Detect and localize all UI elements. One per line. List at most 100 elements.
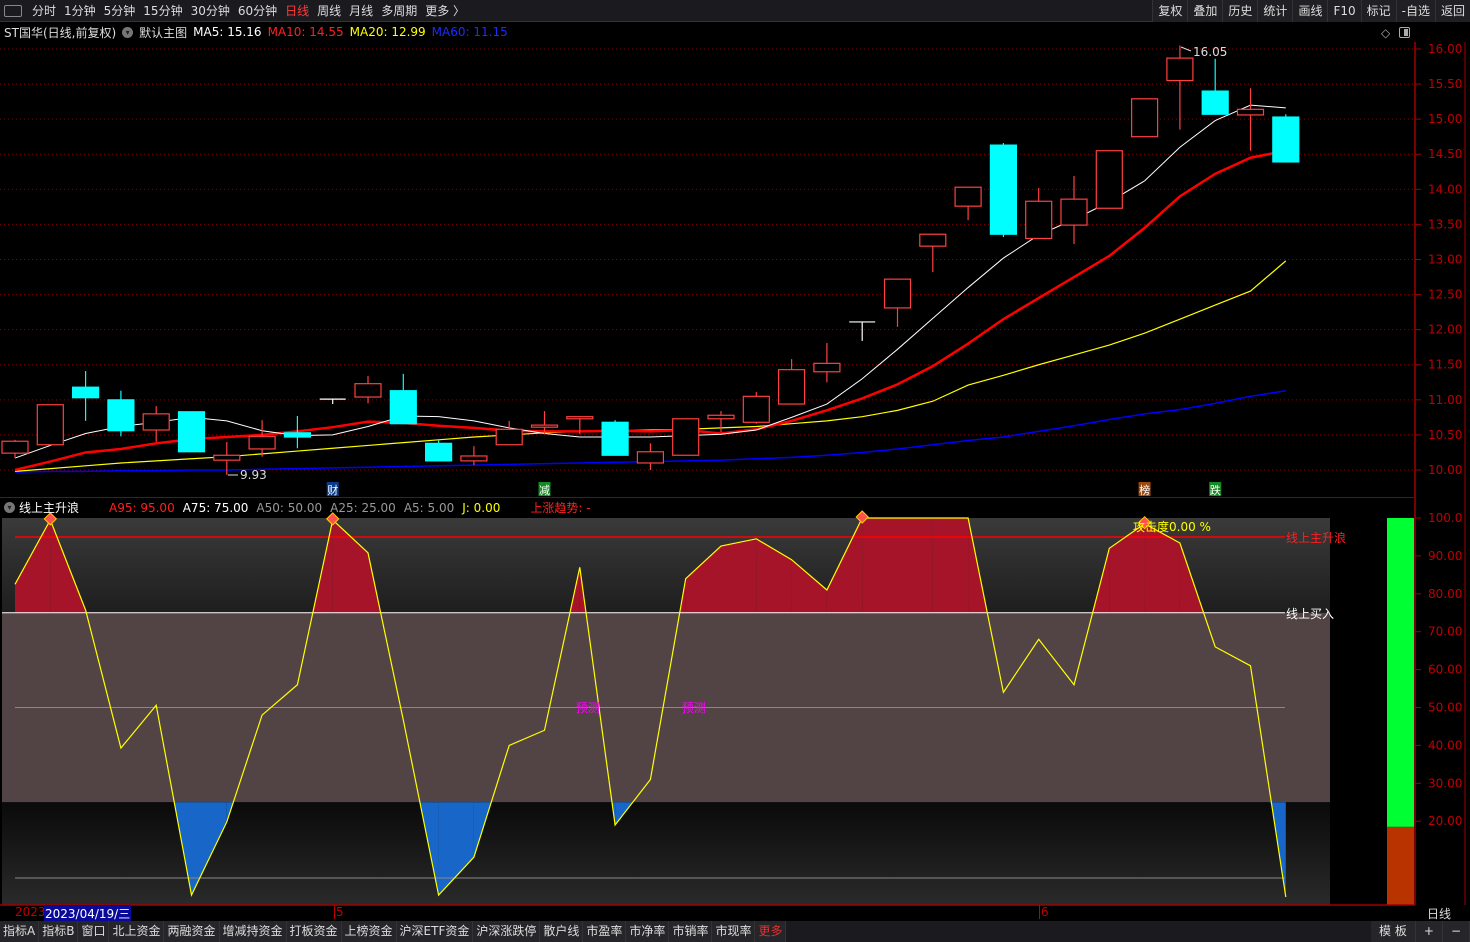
candle-body bbox=[989, 144, 1018, 235]
j-value: J: 0.00 bbox=[462, 500, 501, 515]
candle bbox=[460, 446, 488, 466]
ma20-line bbox=[14, 260, 1287, 473]
candle-body bbox=[919, 233, 947, 247]
candle-body bbox=[460, 455, 488, 462]
event-marker-label: 财 bbox=[327, 483, 338, 497]
price-axis-label: 10.50 bbox=[1428, 428, 1462, 442]
price-axis-label: 12.50 bbox=[1428, 288, 1462, 302]
candle bbox=[71, 371, 100, 421]
attack-label: 攻击度0.00 % bbox=[1133, 519, 1211, 534]
indicator-tab[interactable]: 增减持资金 bbox=[219, 921, 287, 942]
candle-body bbox=[777, 369, 806, 405]
a5-value: A5: 5.00 bbox=[403, 500, 455, 515]
strong-zone-fill bbox=[897, 518, 933, 613]
price-axis-label: 11.50 bbox=[1428, 358, 1462, 372]
candle-body bbox=[177, 411, 206, 453]
candle-body bbox=[1130, 98, 1159, 138]
candle-body bbox=[1166, 57, 1194, 82]
signal-bar-green bbox=[1387, 518, 1414, 827]
indicator-tab[interactable]: 打板资金 bbox=[286, 921, 342, 942]
candle bbox=[36, 404, 64, 446]
candle bbox=[777, 359, 806, 405]
price-axis-label: 15.50 bbox=[1428, 77, 1462, 91]
price-axis-label: 10.00 bbox=[1428, 463, 1462, 477]
candle-body bbox=[36, 404, 64, 446]
candle bbox=[1130, 98, 1159, 138]
indicator-tab[interactable]: 市盈率 bbox=[583, 921, 627, 942]
indicator-tab[interactable]: 上榜资金 bbox=[341, 921, 397, 942]
indicator-tab[interactable]: 窗口 bbox=[78, 921, 110, 942]
indicator-tab[interactable]: 市净率 bbox=[626, 921, 670, 942]
candle bbox=[495, 420, 523, 446]
candle bbox=[1166, 45, 1194, 130]
chevron-down-icon[interactable]: ▾ bbox=[4, 502, 15, 513]
candle bbox=[919, 233, 947, 273]
indicator-header: ▾ 线上主升浪 A95: 95.00 A75: 75.00 A50: 50.00… bbox=[0, 497, 1415, 517]
template-button[interactable]: 模 板 bbox=[1371, 921, 1416, 942]
candle-body bbox=[425, 442, 453, 462]
candle-body bbox=[1060, 198, 1088, 226]
indicator-tab[interactable]: 指标B bbox=[39, 921, 79, 942]
main-wave-label: 线上主升浪 bbox=[1286, 530, 1346, 545]
candle-body bbox=[1025, 200, 1053, 240]
indicator-axis-label: 70.00 bbox=[1428, 625, 1462, 639]
a75-value: A75: 75.00 bbox=[182, 500, 249, 515]
indicator-tab[interactable]: 沪深ETF资金 bbox=[396, 921, 474, 942]
candle-body bbox=[248, 435, 276, 450]
strong-zone-fill bbox=[721, 538, 757, 613]
indicator-tab[interactable]: 北上资金 bbox=[109, 921, 165, 942]
price-axis-label: 15.00 bbox=[1428, 112, 1462, 126]
month-6-label: 6 bbox=[1039, 905, 1049, 919]
indicator-tab[interactable]: 市现率 bbox=[712, 921, 756, 942]
candle bbox=[636, 443, 665, 470]
candle bbox=[707, 411, 735, 433]
candle-body bbox=[142, 413, 170, 431]
candle bbox=[1095, 150, 1123, 209]
zoom-in-button[interactable]: + bbox=[1415, 921, 1443, 942]
price-axis-label: 13.00 bbox=[1428, 252, 1462, 266]
candle bbox=[354, 375, 382, 404]
predict-label: 预测 bbox=[576, 701, 600, 715]
indicator-axis-label: 20.00 bbox=[1428, 814, 1462, 828]
candle bbox=[319, 398, 346, 405]
indicator-tab[interactable]: 指标A bbox=[0, 921, 40, 942]
candle-body bbox=[1236, 108, 1265, 116]
indicator-toolbar: 指标A 指标B 窗口 北上资金 两融资金 增减持资金 打板资金 上榜资金 沪深ETF资金 沪深涨跌… bbox=[0, 921, 1470, 942]
candle bbox=[142, 406, 170, 442]
candle-body bbox=[566, 416, 594, 420]
a25-value: A25: 25.00 bbox=[330, 500, 396, 515]
candle-body bbox=[672, 418, 700, 456]
price-axis-label: 16.00 bbox=[1428, 42, 1462, 56]
kline-chart[interactable]: 16.00 15.50 15.00 14.50 14.00 13.50 13.00 12.50… bbox=[0, 0, 1470, 942]
high-arrow-icon bbox=[1180, 46, 1192, 52]
signal-bar-orange bbox=[1387, 826, 1414, 905]
candle-body bbox=[1272, 116, 1300, 163]
candle bbox=[1272, 114, 1300, 163]
price-axis-label: 13.50 bbox=[1428, 217, 1462, 231]
candle bbox=[177, 411, 206, 453]
candle-body bbox=[354, 383, 382, 398]
candle-body bbox=[530, 424, 559, 428]
date-axis: 2023 2023/04/19/三 5 6 日线 bbox=[0, 905, 1470, 922]
price-axis-label: 12.00 bbox=[1428, 323, 1462, 337]
indicator-axis-label: 50.00 bbox=[1428, 701, 1462, 715]
candle bbox=[389, 373, 417, 425]
indicator-axis-label: 90.00 bbox=[1428, 549, 1462, 563]
indicator-tab[interactable]: 两融资金 bbox=[164, 921, 220, 942]
candle bbox=[989, 143, 1018, 238]
indicator-axis-label: 30.00 bbox=[1428, 776, 1462, 790]
indicator-name[interactable]: 线上主升浪 bbox=[19, 499, 79, 516]
event-marker-label: 榜 bbox=[1139, 483, 1150, 497]
indicator-tab[interactable]: 更多 bbox=[755, 921, 787, 942]
period-label: 日线 bbox=[1427, 907, 1452, 921]
indicator-tab[interactable]: 散户线 bbox=[540, 921, 584, 942]
zoom-out-button[interactable]: − bbox=[1442, 921, 1470, 942]
strong-zone-fill bbox=[932, 518, 969, 613]
indicator-tab[interactable]: 沪深涨跌停 bbox=[473, 921, 541, 942]
indicator-tab[interactable]: 市销率 bbox=[669, 921, 713, 942]
a50-value: A50: 50.00 bbox=[256, 500, 323, 515]
price-axis-label: 11.00 bbox=[1428, 393, 1462, 407]
candle-body bbox=[636, 451, 665, 464]
trend-value: 上涨趋势: - bbox=[530, 501, 591, 515]
cursor-date: 2023/04/19/三 bbox=[44, 905, 132, 922]
